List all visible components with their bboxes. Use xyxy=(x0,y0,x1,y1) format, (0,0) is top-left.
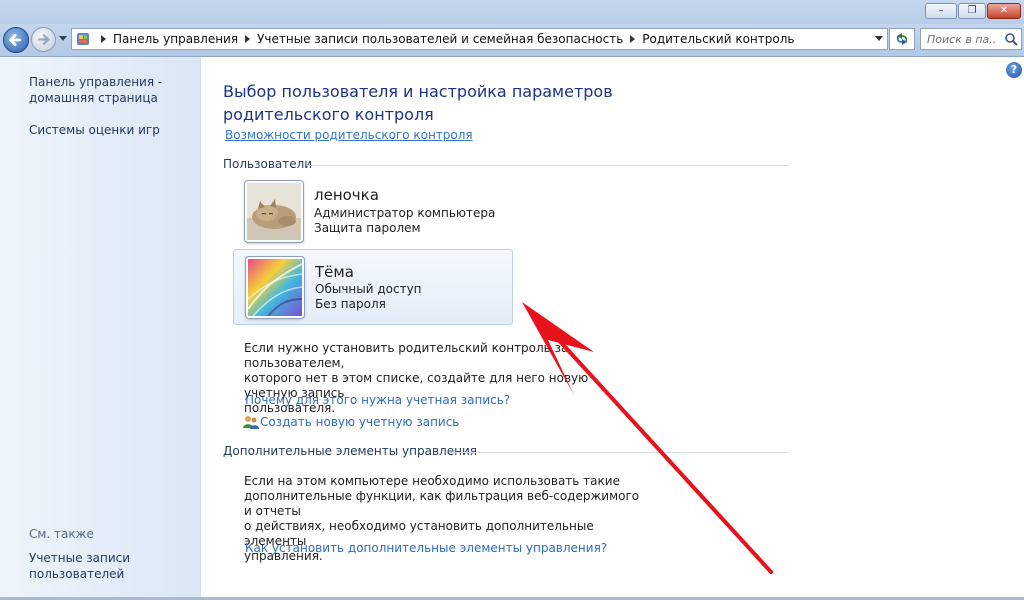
sidebar-item-label: Панель управления - xyxy=(29,75,163,89)
sidebar-item-label: Учетные записи xyxy=(29,551,131,565)
breadcrumb-item-parental-controls[interactable]: Родительский контроль xyxy=(642,32,794,46)
refresh-icon xyxy=(896,33,908,45)
forward-arrow-icon xyxy=(38,34,50,45)
title-bar: – ❐ ✕ xyxy=(0,0,1024,24)
breadcrumb-item-user-accounts[interactable]: Учетные записи пользователей и семейная … xyxy=(257,32,623,46)
breadcrumb-separator-icon[interactable] xyxy=(101,35,106,43)
sidebar xyxy=(0,57,201,600)
sidebar-item-game-ratings[interactable]: Системы оценки игр xyxy=(29,122,160,138)
kitten-picture-icon xyxy=(247,183,301,240)
create-account-link[interactable]: Создать новую учетную запись xyxy=(260,415,459,429)
see-also-heading: См. также xyxy=(29,527,94,541)
help-icon[interactable]: ? xyxy=(1006,62,1022,78)
breadcrumb-item-control-panel[interactable]: Панель управления xyxy=(113,32,238,46)
maximize-button[interactable]: ❐ xyxy=(958,3,986,19)
page-title: Выбор пользователя и настройка параметро… xyxy=(223,80,623,126)
user-password-status: Защита паролем xyxy=(314,221,421,235)
kitten-avatar xyxy=(245,181,303,242)
back-button[interactable] xyxy=(3,27,29,53)
search-input[interactable] xyxy=(927,29,997,49)
user-tile-lenochka[interactable]: леночка Администратор компьютера Защита … xyxy=(233,174,513,250)
sidebar-item-user-accounts[interactable]: Учетные записи пользователей xyxy=(29,550,130,582)
address-dropdown-icon[interactable] xyxy=(875,36,883,41)
breadcrumb-separator-icon[interactable] xyxy=(245,35,251,43)
minimize-button[interactable]: – xyxy=(925,3,957,19)
parental-controls-features-link[interactable]: Возможности родительского контроля xyxy=(225,128,473,142)
sidebar-item-label: домашняя страница xyxy=(29,91,158,105)
close-button[interactable]: ✕ xyxy=(987,3,1021,19)
forward-button[interactable] xyxy=(31,27,56,52)
user-name: леночка xyxy=(314,186,379,204)
recent-pages-dropdown-icon[interactable] xyxy=(59,36,67,41)
info-line: Если на этом компьютере необходимо испол… xyxy=(244,474,620,488)
refresh-button[interactable] xyxy=(889,28,915,50)
control-panel-icon xyxy=(77,33,89,45)
breadcrumb-separator-icon[interactable] xyxy=(630,35,636,43)
abstract-picture-icon xyxy=(248,259,302,316)
search-box[interactable] xyxy=(920,28,1022,50)
address-bar[interactable]: Панель управления Учетные записи пользова… xyxy=(71,28,888,50)
install-extra-controls-link[interactable]: Как установить дополнительные элементы у… xyxy=(245,541,607,555)
info-line: дополнительные функции, как фильтрация в… xyxy=(244,489,640,518)
page-title-line: родительского контроля xyxy=(223,105,434,124)
user-role: Обычный доступ xyxy=(315,282,422,296)
user-role: Администратор компьютера xyxy=(314,206,496,220)
extra-controls-heading: Дополнительные элементы управления xyxy=(223,444,477,458)
user-password-status: Без пароля xyxy=(315,297,386,311)
divider xyxy=(449,452,788,453)
sidebar-item-control-panel-home[interactable]: Панель управления - домашняя страница xyxy=(29,74,162,106)
divider xyxy=(307,165,788,166)
sidebar-item-label: пользователей xyxy=(29,567,125,581)
abstract-avatar xyxy=(246,257,304,318)
search-icon[interactable] xyxy=(1004,32,1018,46)
breadcrumb: Панель управления Учетные записи пользова… xyxy=(94,29,794,49)
users-heading: Пользователи xyxy=(223,157,313,171)
user-name: Тёма xyxy=(315,263,354,281)
info-line: Если нужно установить родительский контр… xyxy=(244,341,569,370)
why-account-needed-link[interactable]: Почему для этого нужна учетная запись? xyxy=(245,393,510,407)
page-title-line: Выбор пользователя и настройка параметро… xyxy=(223,82,613,101)
users-icon[interactable] xyxy=(243,414,259,430)
user-tile-tema[interactable]: Тёма Обычный доступ Без пароля xyxy=(233,249,513,325)
back-arrow-icon xyxy=(9,34,22,46)
